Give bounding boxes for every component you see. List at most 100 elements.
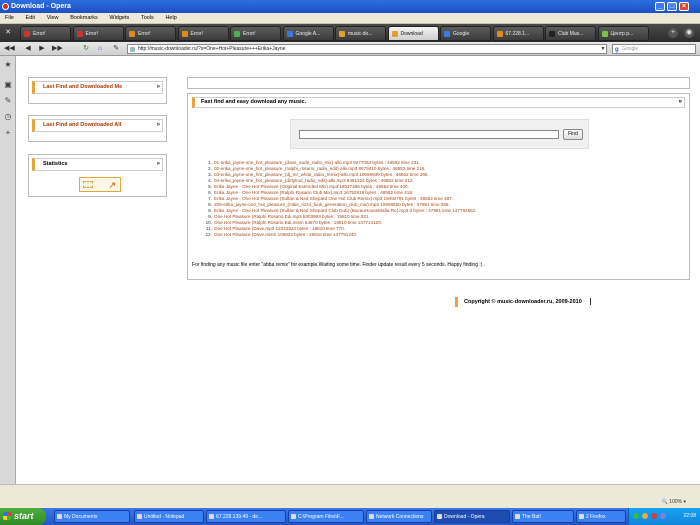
back-icon[interactable]: ◀ xyxy=(24,45,32,53)
result-link[interactable]: Erika Jayne - One Hot Pleasure (Sultan &… xyxy=(214,196,382,201)
add-panel-icon[interactable]: + xyxy=(3,128,13,138)
tab-1[interactable]: Error! xyxy=(20,26,71,41)
history-icon[interactable]: ◷ xyxy=(3,112,13,122)
result-meta: 16752918 bytes ; 46552 time 418. xyxy=(343,190,414,195)
tab-5[interactable]: Error! xyxy=(230,26,281,41)
result-link[interactable]: 01-erika_jayne-one_hot_pleasure_(dave_au… xyxy=(214,160,352,165)
window-title: Download - Opera xyxy=(11,3,71,10)
result-link[interactable]: 208-erika_jayne-one_hot_pleasure_(mike_r… xyxy=(214,202,379,207)
minimize-button[interactable]: _ xyxy=(655,2,665,11)
taskbar-item[interactable]: The Bat! xyxy=(512,510,574,523)
tray-network-icon[interactable] xyxy=(633,513,639,519)
last-find-me-header[interactable]: Last Find and Downloaded Me » xyxy=(32,81,163,94)
tab-favicon-icon xyxy=(234,31,240,37)
taskbar-item-label: 67.228.139.49 - de... xyxy=(216,514,263,520)
result-link[interactable]: One Hot Pleasure (Dave.mism xyxy=(214,232,276,237)
taskbar-item[interactable]: 2 Firefox xyxy=(576,510,626,523)
tab-11[interactable]: Club Mus... xyxy=(545,26,596,41)
expand-arrow-icon[interactable]: » xyxy=(157,120,160,131)
zoom-level[interactable]: 🔍 100% ▾ xyxy=(662,499,686,505)
add-tab-icon[interactable]: + xyxy=(668,28,678,38)
tab-2[interactable]: Error! xyxy=(72,26,124,41)
edit-icon[interactable]: ✎ xyxy=(112,45,120,53)
expand-arrow-icon[interactable]: » xyxy=(157,159,160,170)
taskbar-item[interactable]: C:\Program Files\F... xyxy=(288,510,364,523)
forward-icon[interactable]: ▶ xyxy=(38,45,46,53)
music-search-input[interactable] xyxy=(299,130,559,139)
last-find-me-box: Last Find and Downloaded Me » xyxy=(28,77,167,104)
widgets-icon[interactable]: ▣ xyxy=(3,80,13,90)
result-meta: 19492791 bytes ; 46552 time 487. xyxy=(383,196,454,201)
taskbar-item[interactable]: Download - Opera xyxy=(434,510,510,523)
result-link[interactable]: 04-erika_jayne-one_hot_pleasure_(dirtyku… xyxy=(214,178,346,183)
last-find-all-box: Last Find and Downloaded All » xyxy=(28,115,167,142)
statistics-header[interactable]: Statistics » xyxy=(32,158,163,171)
bookmarks-star-icon[interactable]: ★ xyxy=(3,60,13,70)
search-main-header: Fast find and easy download any music. » xyxy=(192,97,685,108)
counter-dots xyxy=(83,181,93,188)
search-input[interactable]: g Google xyxy=(612,44,696,54)
result-meta: 9277053 bytes ; 46552 time 231. xyxy=(353,160,421,165)
start-button[interactable]: start xyxy=(0,508,46,525)
menu-file[interactable]: File xyxy=(0,13,19,24)
menu-help[interactable]: Help xyxy=(160,13,181,24)
tab-9[interactable]: Google xyxy=(440,26,491,41)
taskbar-item[interactable]: My Documents xyxy=(54,510,130,523)
tab-10[interactable]: 67.228.1... xyxy=(492,26,544,41)
maximize-button[interactable]: □ xyxy=(667,2,677,11)
address-dropdown-icon[interactable]: ▼ xyxy=(599,45,607,53)
tray-security-icon[interactable] xyxy=(651,513,657,519)
tab-3[interactable]: Error! xyxy=(125,26,176,41)
result-link[interactable]: Erika Jayne - One Hot Pleasure (Sultan &… xyxy=(214,208,408,213)
fast-forward-icon[interactable]: ▶▶ xyxy=(52,45,63,53)
copyright-footer: Copyright © music-downloader.ru, 2009-20… xyxy=(455,297,690,307)
taskbar-item-label: Untitled - Notepad xyxy=(144,514,185,520)
statistics-box: Statistics » ↗ xyxy=(28,154,167,197)
menu-edit[interactable]: Edit xyxy=(21,13,40,24)
trash-tabs-icon[interactable]: ◉ xyxy=(684,28,694,38)
menu-bookmarks[interactable]: Bookmarks xyxy=(65,13,103,24)
menu-widgets[interactable]: Widgets xyxy=(104,13,134,24)
notes-icon[interactable]: ✎ xyxy=(3,96,13,106)
tab-7[interactable]: music-do... xyxy=(335,26,386,41)
result-link[interactable]: One Hot Pleasure (Ralphi Rosario Edi.mp3 xyxy=(214,214,302,219)
trend-arrow-icon: ↗ xyxy=(108,180,116,190)
result-meta: 54870 bytes ; 19810 time 147714120. xyxy=(304,220,383,225)
find-button[interactable]: Find xyxy=(563,129,583,140)
home-icon[interactable]: ⌂ xyxy=(96,45,104,53)
tab-4[interactable]: Error! xyxy=(177,26,229,41)
result-link[interactable]: 02-erika_jayne-one_hot_pleasure_(ralphi_… xyxy=(214,166,357,171)
stats-counter-badge[interactable]: ↗ xyxy=(79,177,121,192)
window-title-bar[interactable]: Download - Opera _ □ × xyxy=(0,0,700,13)
taskbar-app-icon xyxy=(57,514,62,519)
last-find-all-header[interactable]: Last Find and Downloaded All » xyxy=(32,119,163,132)
tab-favicon-icon xyxy=(286,31,293,37)
close-button[interactable]: × xyxy=(679,2,689,11)
expand-arrow-icon[interactable]: » xyxy=(679,98,682,107)
result-link[interactable]: One Hot Pleasure (Dave.mp3 xyxy=(214,226,274,231)
result-link[interactable]: One Hot Pleasure (Ralphi Rosario Edi.mis… xyxy=(214,220,304,225)
tab-6[interactable]: Google A... xyxy=(282,26,334,41)
result-link[interactable]: Erika Jayne - One Hot Pleasure (Original… xyxy=(214,184,338,189)
tab-favicon-icon xyxy=(601,31,608,37)
tab-12[interactable]: Центр р... xyxy=(597,26,649,41)
tools-icon[interactable]: ✕ xyxy=(3,28,13,38)
tray-volume-icon[interactable] xyxy=(642,513,648,519)
menu-tools[interactable]: Tools xyxy=(136,13,159,24)
reload-icon[interactable]: ↻ xyxy=(82,45,90,53)
menu-view[interactable]: View xyxy=(42,13,64,24)
result-link[interactable]: Erika Jayne - One Hot Pleasure (Ralphi R… xyxy=(214,190,342,195)
tab-label: Error! xyxy=(33,31,46,37)
tab-8[interactable]: Download xyxy=(387,26,439,41)
search-panel: Find xyxy=(290,119,589,149)
taskbar-app-icon xyxy=(437,514,442,519)
taskbar-item[interactable]: 67.228.139.49 - de... xyxy=(206,510,286,523)
rewind-icon[interactable]: ◀◀ xyxy=(4,45,15,53)
expand-arrow-icon[interactable]: » xyxy=(157,82,160,93)
result-link[interactable]: 03-erika_jayne-one_hot_pleasure_(dj_mr_w… xyxy=(214,172,358,177)
address-input[interactable]: http://music-downloader.ru/?s=One+Hot+Pl… xyxy=(127,44,607,54)
result-item: 12. One Hot Pleasure (Dave.mism 105822 by… xyxy=(202,232,682,238)
tray-app-icon[interactable] xyxy=(660,513,666,519)
taskbar-item[interactable]: Network Connections xyxy=(366,510,432,523)
taskbar-item[interactable]: Untitled - Notepad xyxy=(134,510,204,523)
